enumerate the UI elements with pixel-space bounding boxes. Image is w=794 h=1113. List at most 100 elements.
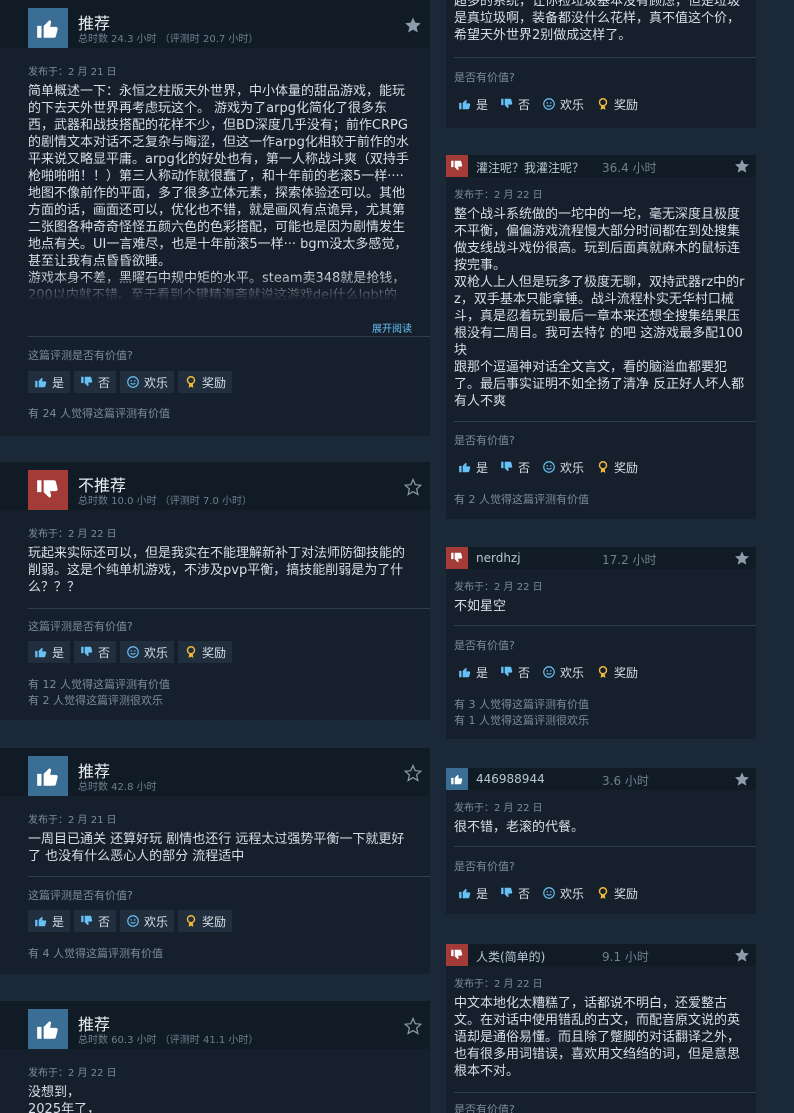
divider <box>28 336 430 337</box>
vote-yes-button[interactable]: 是 <box>454 456 492 478</box>
posted-date: 发布于：2 月 22 日 <box>454 190 543 201</box>
star-icon[interactable] <box>734 771 750 787</box>
vote-yes-button[interactable]: 是 <box>454 661 492 683</box>
review-text: 简单概述一下：永恒之柱版天外世界，中小体量的甜品游戏，能玩的下去天外世界再考虑玩… <box>28 84 409 301</box>
vote-no-label: 否 <box>518 886 531 901</box>
helpful-line: 有 3 人觉得这篇评测有价值 <box>454 698 589 711</box>
vote-no-label: 否 <box>98 645 111 660</box>
review-header: 人类(简单的) 9.1 小时 <box>446 944 756 966</box>
vote-no-button[interactable]: 否 <box>496 661 534 683</box>
helpful-question: 是否有价值? <box>454 860 515 873</box>
reviewer-name[interactable]: 446988944 <box>476 772 545 786</box>
review-header: 推荐 总时数 42.8 小时 <box>0 748 430 796</box>
vote-yes-label: 是 <box>476 97 489 112</box>
review-text: 整个战斗系统做的一坨中的一坨，毫无深度且极度不平衡，偏偏游戏流程慢大部分时间都在… <box>454 207 745 409</box>
vote-yes-button[interactable]: 是 <box>454 882 492 904</box>
vote-yes-label: 是 <box>52 914 65 929</box>
vote-funny-label: 欢乐 <box>144 645 169 660</box>
posted-date: 发布于：2 月 22 日 <box>28 529 117 540</box>
review-header: 灌注呢？我灌注呢？ 36.4 小时 <box>446 155 756 177</box>
playtime: 总时数 42.8 小时 <box>78 782 157 793</box>
award-button[interactable]: 奖励 <box>592 661 642 683</box>
vote-buttons: 是 否 欢乐 奖励 <box>454 661 642 683</box>
vote-yes-label: 是 <box>52 645 65 660</box>
vote-buttons: 是 否 欢乐 奖励 <box>454 882 642 904</box>
expand-link[interactable]: 展开阅读 <box>372 320 412 335</box>
vote-no-label: 否 <box>98 375 111 390</box>
vote-yes-button[interactable]: 是 <box>28 641 71 663</box>
star-icon[interactable] <box>404 16 422 34</box>
playtime: 总时数 60.3 小时 （评测时 41.1 小时） <box>78 1035 259 1046</box>
vote-funny-button[interactable]: 欢乐 <box>120 641 175 663</box>
helpful-count: 有 2 人觉得这篇评测有价值 <box>454 492 589 508</box>
review-text: 一周目已通关 还算好玩 剧情也还行 远程太过强势平衡一下就更好了 也没有什么恶心… <box>28 832 405 864</box>
helpful-line: 有 2 人觉得这篇评测有价值 <box>454 493 589 506</box>
star-outline-icon[interactable] <box>404 478 422 496</box>
vote-buttons: 是 否 欢乐 奖励 <box>454 456 642 478</box>
review-card: 446988944 3.6 小时 发布于：2 月 22 日 很不错，老滚的代餐。… <box>446 768 756 914</box>
vote-funny-button[interactable]: 欢乐 <box>538 456 588 478</box>
helpful-question: 这篇评测是否有价值? <box>28 889 133 902</box>
review-card: 推荐 总时数 42.8 小时 发布于：2 月 21 日 一周目已通关 还算好玩 … <box>0 748 430 974</box>
star-outline-icon[interactable] <box>404 1017 422 1035</box>
vote-no-label: 否 <box>518 665 531 680</box>
thumbs-down-icon <box>446 547 468 569</box>
vote-yes-label: 是 <box>52 375 65 390</box>
thumbs-up-icon <box>35 377 47 388</box>
award-button[interactable]: 奖励 <box>178 641 233 663</box>
thumbs-down-icon <box>446 944 468 966</box>
award-button[interactable]: 奖励 <box>592 882 642 904</box>
award-icon <box>598 98 608 110</box>
award-label: 奖励 <box>202 375 227 390</box>
reviewer-name[interactable]: 人类(简单的) <box>476 948 545 965</box>
review-header: 推荐 总时数 60.3 小时 （评测时 41.1 小时） <box>0 1001 430 1049</box>
star-outline-icon[interactable] <box>404 764 422 782</box>
vote-funny-button[interactable]: 欢乐 <box>538 882 588 904</box>
award-button[interactable]: 奖励 <box>178 371 233 393</box>
award-label: 奖励 <box>614 460 639 475</box>
funny-line: 有 1 人觉得这篇评测很欢乐 <box>454 714 589 727</box>
star-icon[interactable] <box>734 947 750 963</box>
vote-no-button[interactable]: 否 <box>496 882 534 904</box>
posted-date: 发布于：2 月 22 日 <box>28 1068 117 1079</box>
vote-funny-button[interactable]: 欢乐 <box>120 371 175 393</box>
vote-no-button[interactable]: 否 <box>74 910 117 932</box>
review-card: nerdhzj 17.2 小时 发布于：2 月 22 日 不如星空 是否有价值?… <box>446 547 756 739</box>
award-button[interactable]: 奖励 <box>178 910 233 932</box>
thumbs-down-icon <box>501 461 513 472</box>
vote-funny-label: 欢乐 <box>560 665 585 680</box>
thumbs-up-icon <box>459 462 471 473</box>
award-button[interactable]: 奖励 <box>592 456 642 478</box>
vote-no-label: 否 <box>518 460 531 475</box>
reviewer-name[interactable]: 灌注呢？我灌注呢？ <box>476 159 584 176</box>
vote-no-label: 否 <box>518 97 531 112</box>
vote-no-button[interactable]: 否 <box>74 371 117 393</box>
award-label: 奖励 <box>614 97 639 112</box>
review-card: 灌注呢？我灌注呢？ 36.4 小时 发布于：2 月 22 日 整个战斗系统做的一… <box>446 155 756 519</box>
review-card: 人类(简单的) 9.1 小时 发布于：2 月 22 日 中文本地化太糟糕了，话都… <box>446 944 756 1113</box>
vote-funny-button[interactable]: 欢乐 <box>538 93 588 115</box>
vote-funny-button[interactable]: 欢乐 <box>538 661 588 683</box>
review-header: 推荐 总时数 24.3 小时 （评测时 20.7 小时） <box>0 0 430 48</box>
vote-buttons: 是 否 欢乐 奖励 <box>28 371 233 393</box>
vote-no-button[interactable]: 否 <box>496 93 534 115</box>
vote-buttons: 是 否 欢乐 奖励 <box>28 641 233 663</box>
vote-funny-button[interactable]: 欢乐 <box>120 910 175 932</box>
smiley-icon <box>127 915 139 927</box>
vote-no-button[interactable]: 否 <box>74 641 117 663</box>
star-icon[interactable] <box>734 158 750 174</box>
thumbs-up-icon <box>459 667 471 678</box>
vote-funny-label: 欢乐 <box>144 914 169 929</box>
vote-yes-button[interactable]: 是 <box>454 93 492 115</box>
vote-no-button[interactable]: 否 <box>496 456 534 478</box>
divider <box>28 608 430 609</box>
award-button[interactable]: 奖励 <box>592 93 642 115</box>
vote-yes-button[interactable]: 是 <box>28 371 71 393</box>
vote-yes-button[interactable]: 是 <box>28 910 71 932</box>
playtime: 9.1 小时 <box>602 950 649 964</box>
helpful-line: 有 24 人觉得这篇评测有价值 <box>28 407 170 420</box>
helpful-line: 有 4 人觉得这篇评测有价值 <box>28 947 163 960</box>
star-icon[interactable] <box>734 550 750 566</box>
review-text: 很不错，老滚的代餐。 <box>454 820 585 835</box>
reviewer-name[interactable]: nerdhzj <box>476 551 521 565</box>
